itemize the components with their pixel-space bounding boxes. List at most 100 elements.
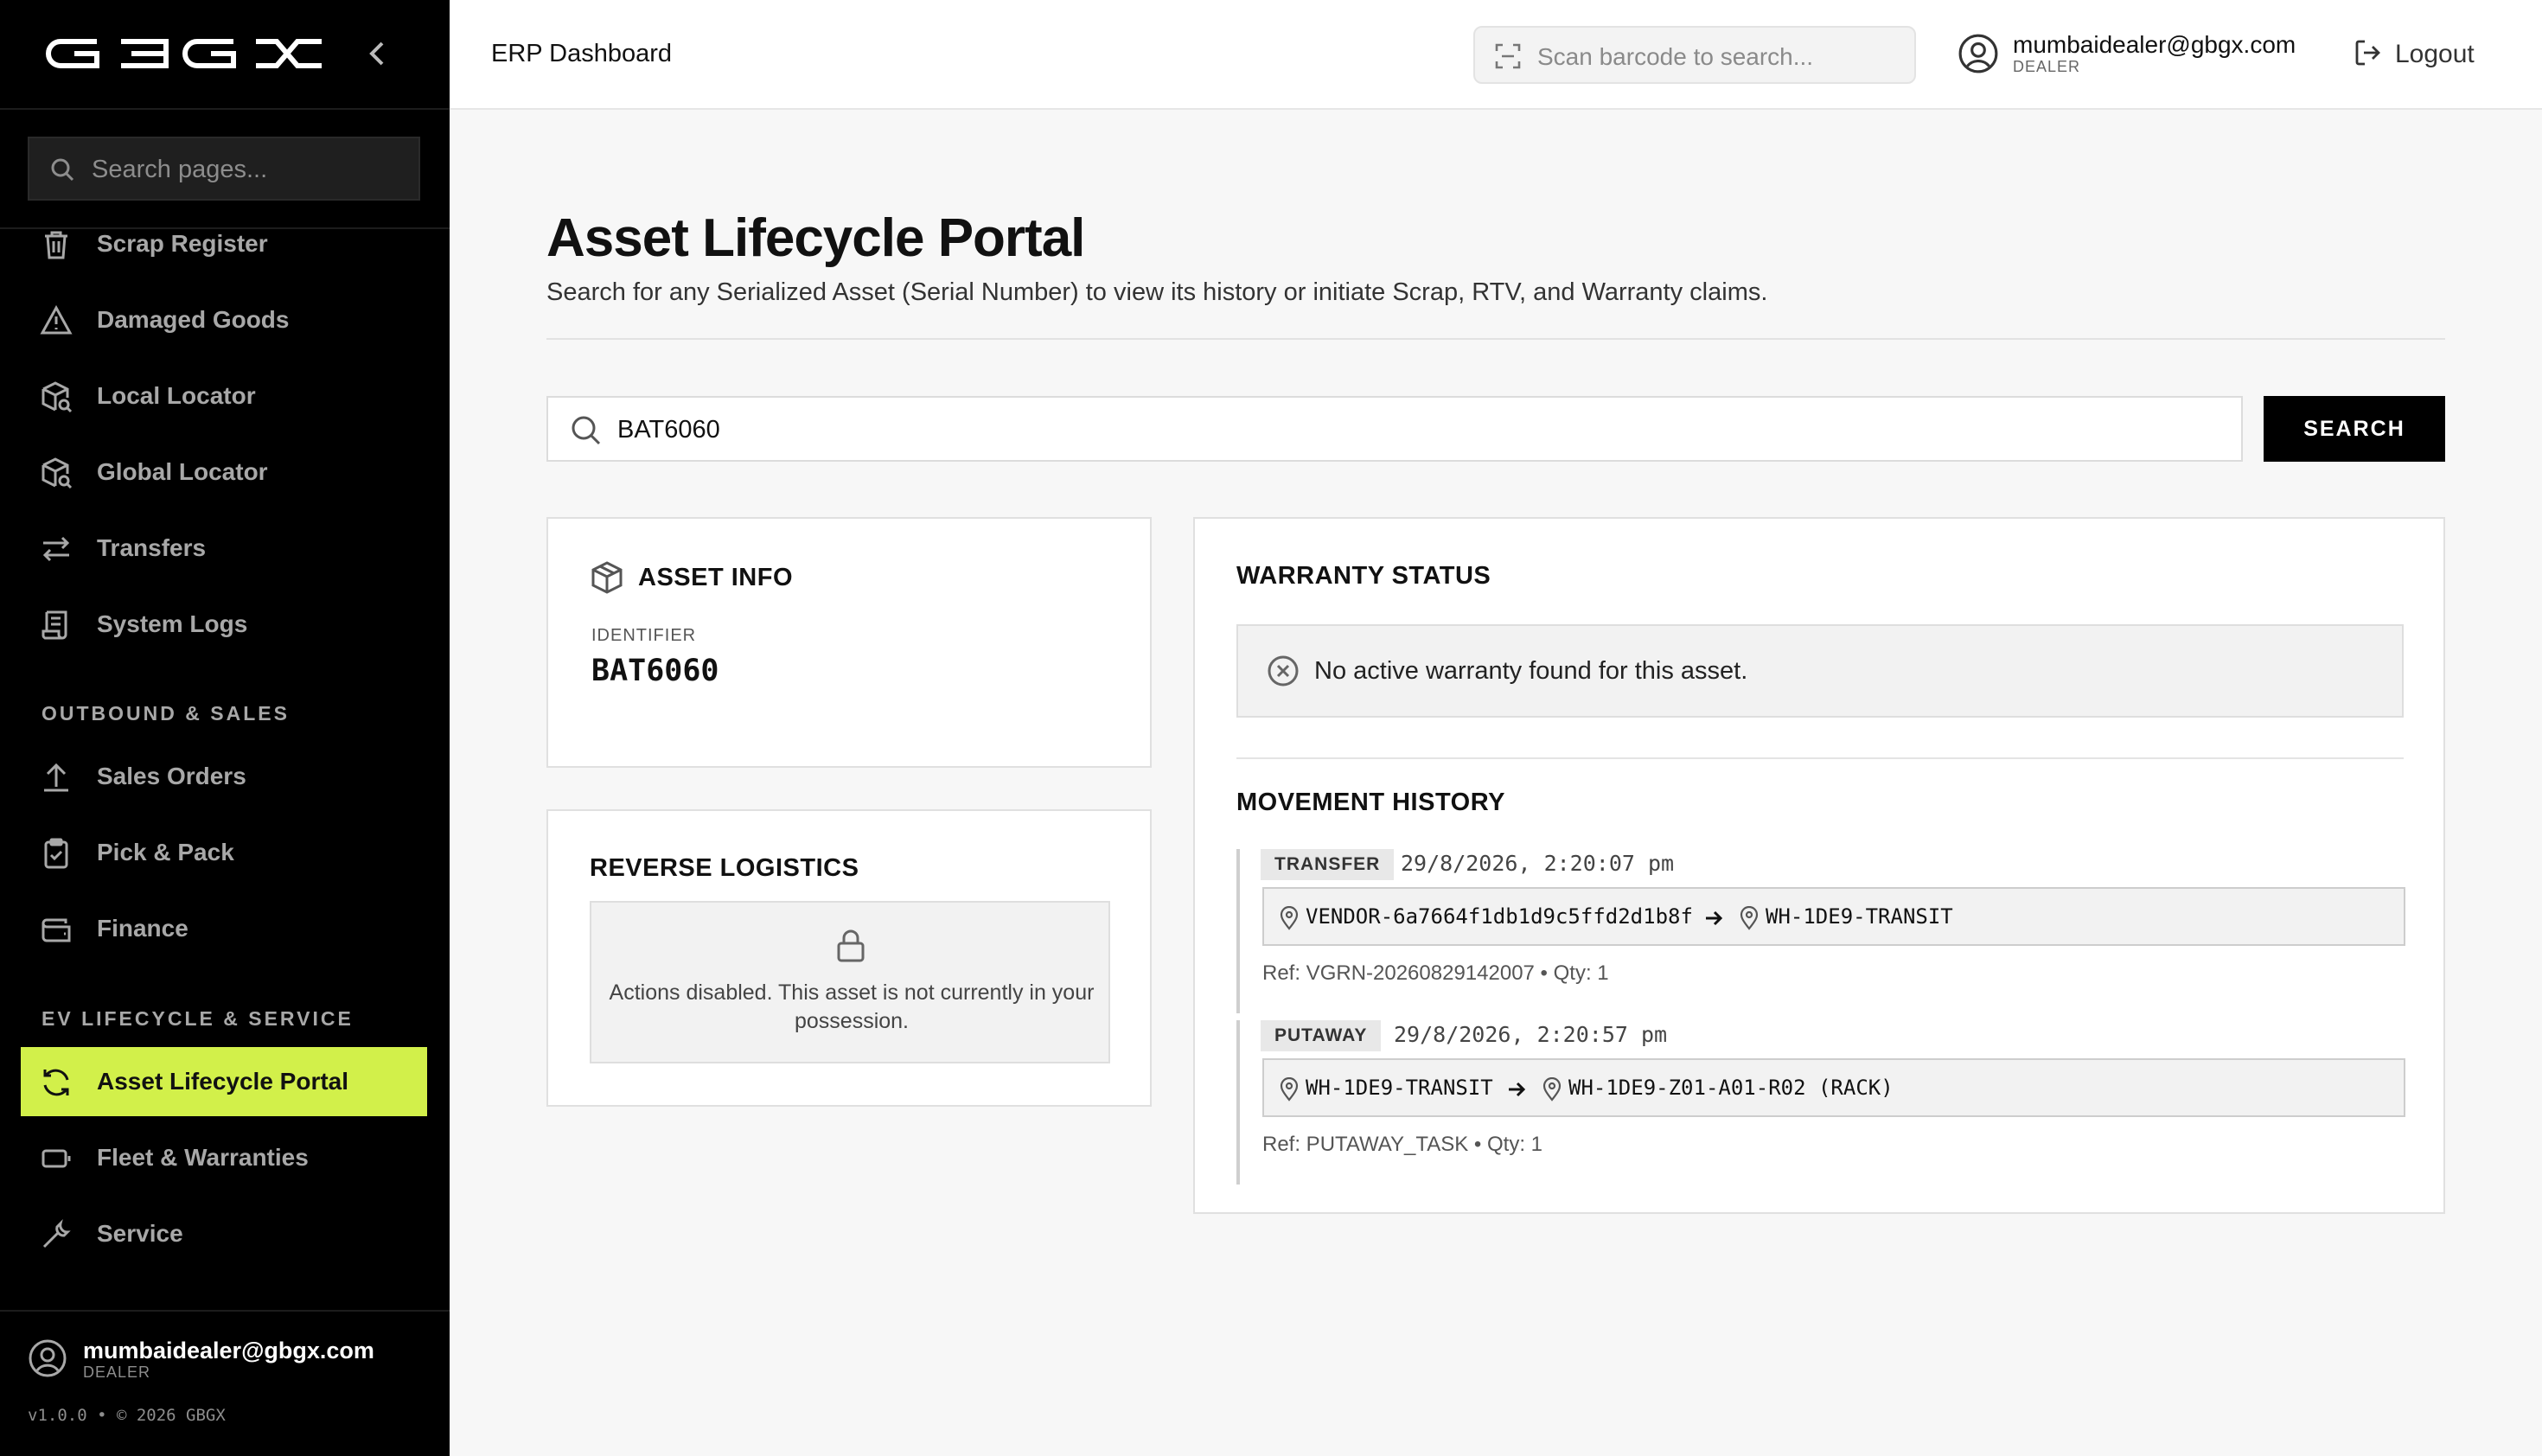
asset-search-input[interactable]: BAT6060 <box>546 396 2243 462</box>
sidebar-item-label: Scrap Register <box>97 230 268 257</box>
movement-type-badge: TRANSFER <box>1261 849 1395 880</box>
arrow-right-icon <box>1703 906 1724 935</box>
movement-to-location: WH-1DE9-Z01-A01-R02 (RACK) <box>1568 1076 1894 1100</box>
actions-disabled-message: Actions disabled. This asset is not curr… <box>609 980 1095 1033</box>
upload-icon <box>40 761 73 794</box>
scroll-text-icon <box>40 609 73 642</box>
arrow-right-icon <box>1506 1077 1527 1106</box>
movement-to-location: WH-1DE9-TRANSIT <box>1766 904 1953 929</box>
sidebar-item-finance[interactable]: Finance <box>21 894 427 963</box>
warranty-notice: No active warranty found for this asset. <box>1236 624 2404 718</box>
logout-label: Logout <box>2395 40 2475 68</box>
sidebar-item-fleet-warranties[interactable]: Fleet & Warranties <box>21 1123 427 1192</box>
top-bar: ERP Dashboard Scan barcode to search... … <box>450 0 2542 110</box>
sidebar-item-transfers[interactable]: Transfers <box>21 514 427 583</box>
reverse-logistics-title: REVERSE LOGISTICS <box>590 854 859 882</box>
sidebar-item-pick-pack[interactable]: Pick & Pack <box>21 818 427 887</box>
sidebar-item-system-logs[interactable]: System Logs <box>21 590 427 659</box>
search-icon <box>48 156 76 188</box>
lock-icon <box>833 929 868 967</box>
arrows-left-right-icon <box>40 533 73 565</box>
movement-from-location: VENDOR-6a7664f1db1d9c5ffd2d1b8f <box>1306 904 1693 929</box>
sidebar-item-label: Service <box>97 1220 183 1247</box>
map-pin-icon <box>1740 905 1759 935</box>
x-circle-icon <box>1266 654 1300 693</box>
sidebar-search-placeholder: Search pages... <box>92 156 268 183</box>
user-avatar-icon[interactable] <box>28 1338 67 1383</box>
sidebar-item-scrap-register[interactable]: Scrap Register <box>21 209 427 278</box>
warning-triangle-icon <box>40 304 73 337</box>
section-title-ev: EV LIFECYCLE & SERVICE <box>42 1007 354 1030</box>
divider <box>0 1310 450 1312</box>
collapse-sidebar-icon[interactable] <box>367 38 387 73</box>
sidebar-item-label: Local Locator <box>97 382 256 409</box>
divider <box>546 338 2445 340</box>
topbar-user-role: DEALER <box>2013 58 2081 75</box>
movement-reference: Ref: PUTAWAY_TASK • Qty: 1 <box>1262 1133 1543 1156</box>
clipboard-check-icon <box>40 837 73 870</box>
page-header-title: ERP Dashboard <box>491 40 673 67</box>
movement-route: WH-1DE9-TRANSIT WH-1DE9-Z01-A01-R02 (RAC… <box>1262 1058 2405 1117</box>
page-title: Asset Lifecycle Portal <box>546 208 1085 268</box>
movement-entry: TRANSFER 29/8/2026, 2:20:07 pm VENDOR-6a… <box>1236 849 2405 1013</box>
topbar-user-email: mumbaidealer@gbgx.com <box>2013 31 2296 58</box>
sidebar-item-label: Transfers <box>97 534 207 561</box>
map-pin-icon <box>1542 1076 1562 1106</box>
asset-info-card: ASSET INFO IDENTIFIER BAT6060 <box>546 517 1152 768</box>
wallet-icon <box>40 913 73 946</box>
sidebar-item-global-locator[interactable]: Global Locator <box>21 437 427 507</box>
sidebar-item-label: Sales Orders <box>97 763 246 789</box>
divider <box>1236 757 2404 759</box>
sidebar-search-input[interactable]: Search pages... <box>28 137 420 201</box>
scan-barcode-icon <box>1494 42 1522 74</box>
sidebar-item-asset-lifecycle-portal[interactable]: Asset Lifecycle Portal <box>21 1047 427 1116</box>
sidebar-item-label: Finance <box>97 915 188 942</box>
map-pin-icon <box>1280 905 1299 935</box>
logout-icon <box>2354 38 2383 72</box>
search-icon <box>569 413 604 452</box>
warranty-status-card: WARRANTY STATUS No active warranty found… <box>1193 517 2445 1214</box>
sidebar: Search pages... Scrap Register Damaged G… <box>0 0 450 1456</box>
wrench-icon <box>40 1218 73 1251</box>
identifier-value: BAT6060 <box>591 654 719 688</box>
search-button[interactable]: SEARCH <box>2264 396 2445 462</box>
refresh-icon <box>40 1066 73 1099</box>
sidebar-item-label: Global Locator <box>97 458 268 485</box>
sidebar-item-label: Damaged Goods <box>97 306 290 333</box>
sidebar-item-label: Asset Lifecycle Portal <box>97 1068 349 1095</box>
asset-info-title: ASSET INFO <box>638 564 794 591</box>
sidebar-user-role: DEALER <box>83 1363 151 1381</box>
user-avatar-icon[interactable] <box>1958 33 1999 79</box>
actions-disabled-notice: Actions disabled. This asset is not curr… <box>590 901 1110 1063</box>
movement-entry: PUTAWAY 29/8/2026, 2:20:57 pm WH-1DE9-TR… <box>1236 1020 2405 1185</box>
movement-timestamp: 29/8/2026, 2:20:07 pm <box>1401 851 1675 876</box>
package-icon <box>590 560 624 599</box>
barcode-search-input[interactable]: Scan barcode to search... <box>1473 26 1916 84</box>
movement-route: VENDOR-6a7664f1db1d9c5ffd2d1b8f WH-1DE9-… <box>1262 887 2405 946</box>
movement-history-title: MOVEMENT HISTORY <box>1236 789 1505 816</box>
movement-type-badge: PUTAWAY <box>1261 1020 1382 1051</box>
warranty-status-title: WARRANTY STATUS <box>1236 562 1491 590</box>
sidebar-header <box>0 0 450 110</box>
sidebar-item-label: Fleet & Warranties <box>97 1144 309 1171</box>
sidebar-item-label: Pick & Pack <box>97 839 234 865</box>
movement-from-location: WH-1DE9-TRANSIT <box>1306 1076 1493 1100</box>
page-subtitle: Search for any Serialized Asset (Serial … <box>546 278 1768 306</box>
movement-reference: Ref: VGRN-20260829142007 • Qty: 1 <box>1262 961 1609 985</box>
sidebar-item-service[interactable]: Service <box>21 1199 427 1268</box>
asset-search-value: BAT6060 <box>617 416 720 444</box>
movement-timestamp: 29/8/2026, 2:20:57 pm <box>1394 1022 1668 1047</box>
trash-icon <box>40 228 73 261</box>
reverse-logistics-card: REVERSE LOGISTICS Actions disabled. This… <box>546 809 1152 1107</box>
sidebar-item-sales-orders[interactable]: Sales Orders <box>21 742 427 811</box>
warranty-message: No active warranty found for this asset. <box>1314 657 1748 685</box>
map-pin-icon <box>1280 1076 1299 1106</box>
package-search-icon <box>40 380 73 413</box>
sidebar-item-local-locator[interactable]: Local Locator <box>21 361 427 431</box>
version-text: v1.0.0 • © 2026 GBGX <box>28 1406 226 1425</box>
sidebar-item-damaged-goods[interactable]: Damaged Goods <box>21 285 427 354</box>
gbgx-logo[interactable] <box>45 38 344 73</box>
sidebar-user-email: mumbaidealer@gbgx.com <box>83 1338 374 1363</box>
barcode-search-placeholder: Scan barcode to search... <box>1537 43 1814 70</box>
package-search-icon <box>40 457 73 489</box>
